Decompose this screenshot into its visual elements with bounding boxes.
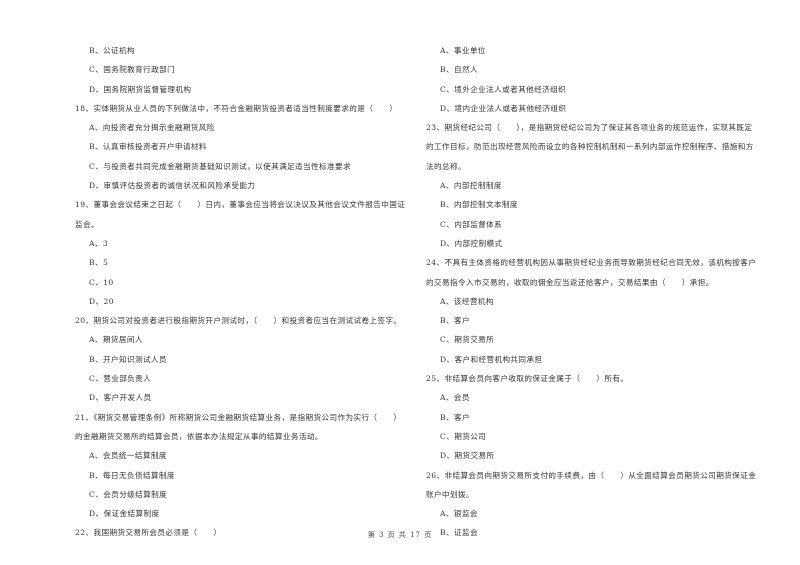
answer-option: A、3 <box>89 238 109 248</box>
answer-option: B、客户 <box>440 316 470 326</box>
answer-option: A、会员统一结算制度 <box>89 451 167 461</box>
answer-option: A、向投资者充分揭示金融期货风险 <box>89 123 215 133</box>
question-text: 监会。 <box>75 219 99 229</box>
answer-option: C、国务院教育行政部门 <box>89 65 176 75</box>
question-text: 23、期货经纪公司（ ），是指期货经纪公司为了保证其各项业务的规范运作，实现其既… <box>426 123 753 133</box>
answer-option: A、期货居间人 <box>89 335 143 345</box>
answer-option: D、审慎评估投资者的诚信状况和风险承受能力 <box>89 181 256 191</box>
answer-option: B、公证机构 <box>89 46 135 55</box>
question-text: 21、《期货交易管理条例》所称期货公司金融期货结算业务，是指期货公司作为实行（ … <box>75 412 402 422</box>
answer-option: D、境内企业法人或者其他经济组织 <box>440 103 567 113</box>
question-text: 24、不具有主体资格的经营机构因从事期货经纪业务而导致期货经纪合同无效，该机构按… <box>426 258 757 268</box>
answer-option: B、开户知识测试人员 <box>89 354 167 364</box>
answer-option: A、该经营机构 <box>440 296 494 306</box>
question-text: 的工作目标，防范出现经营风险而设立的各种控制机制和一系列内部运作控制程序、措施和… <box>426 142 754 152</box>
answer-option: B、认真审核投资者开户申请材料 <box>89 142 207 152</box>
question-text: 法的总称。 <box>426 161 466 171</box>
answer-option: C、内部监督体系 <box>440 219 503 229</box>
answer-option: B、5 <box>89 258 109 268</box>
answer-option: C、会员分级结算制度 <box>89 489 168 499</box>
answer-option: D、客户和经营机构共同承担 <box>440 354 543 364</box>
answer-option: A、银监会 <box>440 509 478 519</box>
question-text: 账户中划拨。 <box>426 489 474 499</box>
answer-option: C、境外企业法人或者其他经济组织 <box>440 84 567 94</box>
question-text: 18、实体期货从业人员的下列做法中，不符合金融期货投资者适当性制度要求的是（ ） <box>75 103 398 113</box>
page-number: 第 3 页 共 17 页 <box>367 531 433 539</box>
answer-option: C、10 <box>89 277 114 287</box>
answer-option: A、事业单位 <box>440 46 486 55</box>
question-text: 的金融期货交易所的结算会员，依据本办法规定从事的结算业务活动。 <box>75 431 323 441</box>
question-text: 26、非结算会员向期货交易所支付的手续费，由（ ）从全面结算会员期货公司期货保证… <box>426 470 757 480</box>
question-text: 25、非结算会员向客户收取的保证金属于（ ）所有。 <box>426 374 629 384</box>
answer-option: C、与投资者共同完成金融期货基础知识测试，以使其满足适当性标准要求 <box>89 161 352 171</box>
answer-option: D、期货交易所 <box>440 451 495 461</box>
answer-option: B、内部控制文本制度 <box>440 200 518 210</box>
question-text: 19、董事会会议结束之日起（ ）日内，董事会应当将会议决议及其他会议文件报告中国… <box>75 200 406 210</box>
answer-option: A、内部控制制度 <box>440 181 502 191</box>
answer-option: D、客户开发人员 <box>89 393 152 403</box>
right-column: A、事业单位 B、自然人 C、境外企业法人或者其他经济组织 D、境内企业法人或者其他经… <box>426 41 771 543</box>
answer-option: C、期货交易所 <box>440 335 495 345</box>
question-text: 20、期货公司对投资者进行股指期货开户测试时，（ ）和投资者应当在测试试卷上签字… <box>75 316 402 326</box>
answer-option: D、内部控制模式 <box>440 238 503 248</box>
answer-option: C、营业部负责人 <box>89 374 152 384</box>
question-text: 的交易指令入市交易的，收取的佣金应当返还给客户，交易结果由（ ）承担。 <box>426 277 714 287</box>
answer-option: D、20 <box>89 296 114 306</box>
answer-option: D、国务院期货监督管理机构 <box>89 84 192 94</box>
answer-option: B、自然人 <box>440 65 478 75</box>
answer-option: B、每日无负债结算制度 <box>89 470 175 480</box>
answer-option: B、客户 <box>440 412 470 422</box>
answer-option: D、保证金结算制度 <box>89 509 160 519</box>
answer-option: C、期货公司 <box>440 431 487 441</box>
answer-option: A、会员 <box>440 393 470 403</box>
left-column: B、公证机构 C、国务院教育行政部门 D、国务院期货监督管理机构 18、实体期货从业人… <box>75 41 406 543</box>
